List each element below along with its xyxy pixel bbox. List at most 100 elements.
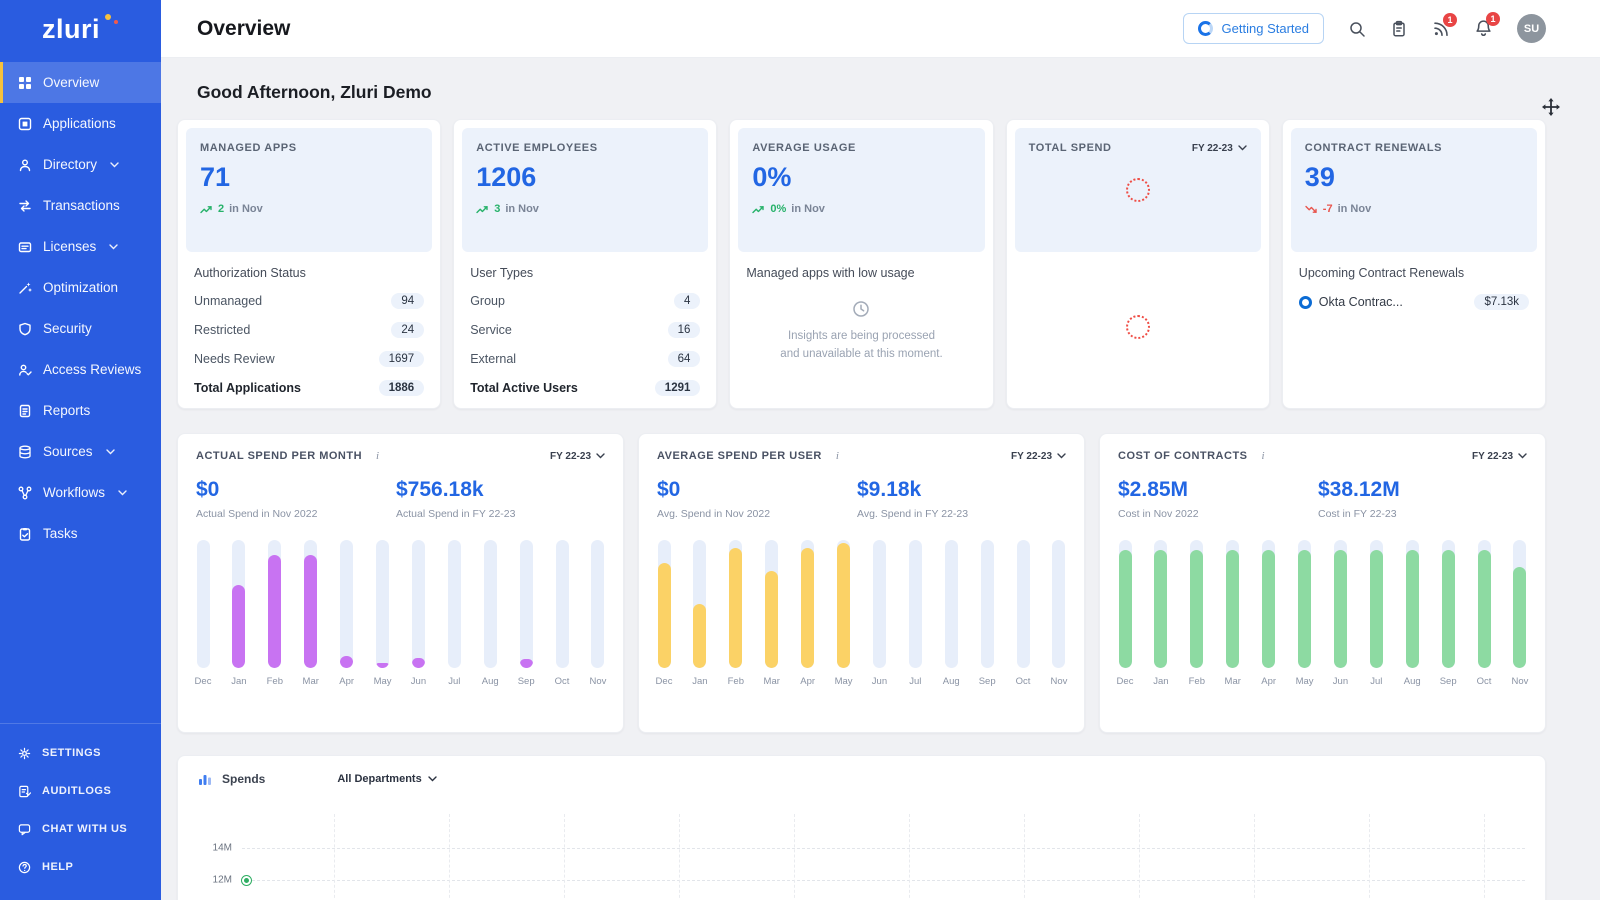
bar-track xyxy=(945,540,958,668)
info-icon[interactable]: i xyxy=(376,450,379,462)
bar-fill xyxy=(1406,550,1419,668)
sidebar-item-access-reviews[interactable]: Access Reviews xyxy=(0,349,161,390)
sidebar-item-optimization[interactable]: Optimization xyxy=(0,267,161,308)
sidebar-item-help[interactable]: HELP xyxy=(0,848,161,886)
managed-apps-hero: MANAGED APPS 71 2 in Nov xyxy=(186,128,432,252)
spends-chart: 14M 12M xyxy=(204,814,1525,900)
bar-column: Jul xyxy=(447,540,461,687)
gridline xyxy=(334,814,335,900)
bar-track xyxy=(1334,540,1347,668)
sidebar-item-auditlogs[interactable]: AUDITLOGS xyxy=(0,772,161,810)
fiscal-year-dropdown[interactable]: FY 22-23 xyxy=(1011,451,1066,462)
search-icon[interactable] xyxy=(1348,20,1366,38)
bar-fill xyxy=(1334,550,1347,668)
history-clock-icon xyxy=(851,299,871,319)
reports-icon xyxy=(17,403,32,418)
sidebar-item-label: Overview xyxy=(43,75,99,90)
delta-value: 2 xyxy=(218,203,224,215)
trend-up-icon xyxy=(476,205,489,214)
getting-started-button[interactable]: Getting Started xyxy=(1183,13,1324,44)
greeting-text: Good Afternoon, Zluri Demo xyxy=(177,58,1546,119)
fy-label: FY 22-23 xyxy=(1011,451,1052,462)
kpi-cards-row: MANAGED APPS 71 2 in Nov Authorization S… xyxy=(177,119,1546,409)
sidebar-item-transactions[interactable]: Transactions xyxy=(0,185,161,226)
sidebar-item-tasks[interactable]: Tasks xyxy=(0,513,161,554)
department-filter-dropdown[interactable]: All Departments xyxy=(337,773,436,785)
bar-fill xyxy=(729,548,742,668)
sidebar-item-licenses[interactable]: Licenses xyxy=(0,226,161,267)
bar-track xyxy=(729,540,742,668)
page-title: Overview xyxy=(197,17,290,41)
sidebar-item-applications[interactable]: Applications xyxy=(0,103,161,144)
sidebar-item-sources[interactable]: Sources xyxy=(0,431,161,472)
sidebar-footer-label: HELP xyxy=(42,861,73,873)
bar-fill xyxy=(1226,550,1239,668)
fiscal-year-dropdown[interactable]: FY 22-23 xyxy=(1472,451,1527,462)
sidebar-item-label: Security xyxy=(43,321,92,336)
bar-track xyxy=(1154,540,1167,668)
row-label: Restricted xyxy=(194,323,250,337)
month-label: Mar xyxy=(1225,676,1241,687)
topbar: Overview Getting Started 1 xyxy=(161,0,1600,58)
chat-icon xyxy=(17,822,32,837)
sidebar-item-directory[interactable]: Directory xyxy=(0,144,161,185)
month-label: Jan xyxy=(231,676,246,687)
sidebar-item-chat[interactable]: CHAT WITH US xyxy=(0,810,161,848)
clipboard-icon[interactable] xyxy=(1390,20,1408,38)
directory-icon xyxy=(17,157,32,172)
info-icon[interactable]: i xyxy=(836,450,839,462)
sidebar-item-overview[interactable]: Overview xyxy=(0,62,161,103)
month-label: Jun xyxy=(1333,676,1348,687)
processing-message: Insights are being processed and unavail… xyxy=(780,328,942,364)
bar-fill xyxy=(1478,550,1491,668)
list-item: Group 4 xyxy=(470,293,700,309)
transactions-icon xyxy=(17,198,32,213)
stat-caption: Actual Spend in Nov 2022 xyxy=(196,508,396,520)
bar-track xyxy=(1226,540,1239,668)
fiscal-year-dropdown[interactable]: FY 22-23 xyxy=(550,451,605,462)
month-label: Jun xyxy=(411,676,426,687)
card-title: CONTRACT RENEWALS xyxy=(1305,142,1523,154)
sidebar-item-security[interactable]: Security xyxy=(0,308,161,349)
bar-chart: DecJanFebMarAprMayJunJulAugSepOctNov xyxy=(657,540,1066,687)
delta-caption: in Nov xyxy=(1338,203,1372,215)
feed-icon[interactable]: 1 xyxy=(1432,20,1450,38)
renewal-list-item[interactable]: Okta Contrac... $7.13k xyxy=(1299,294,1529,310)
bar-fill xyxy=(1119,550,1132,668)
spends-header: Spends All Departments xyxy=(198,772,1525,786)
avatar[interactable]: SU xyxy=(1517,14,1546,43)
bar-column: Aug xyxy=(1405,540,1419,687)
bar-column: Oct xyxy=(555,540,569,687)
chevron-down-icon xyxy=(596,453,605,459)
bar-fill xyxy=(268,555,281,668)
sidebar-item-workflows[interactable]: Workflows xyxy=(0,472,161,513)
month-label: Sep xyxy=(518,676,535,687)
chevron-down-icon xyxy=(1238,145,1247,151)
trend-up-icon xyxy=(200,205,213,214)
content-area: Good Afternoon, Zluri Demo MANAGED APPS … xyxy=(161,58,1600,900)
logo-text: zluri xyxy=(42,14,100,45)
month-label: Jan xyxy=(692,676,707,687)
sidebar-item-label: Tasks xyxy=(43,526,78,541)
total-row: Total Applications 1886 xyxy=(194,380,424,396)
bar-track xyxy=(591,540,604,668)
bar-track xyxy=(693,540,706,668)
chart-title: COST OF CONTRACTS xyxy=(1118,450,1248,462)
gridline xyxy=(242,848,1525,849)
delta-caption: in Nov xyxy=(229,203,263,215)
bar-column: Nov xyxy=(591,540,605,687)
month-label: Apr xyxy=(1261,676,1276,687)
okta-logo xyxy=(1299,296,1312,309)
sidebar-item-reports[interactable]: Reports xyxy=(0,390,161,431)
bell-icon[interactable]: 1 xyxy=(1474,19,1493,38)
sidebar-footer-label: CHAT WITH US xyxy=(42,823,127,835)
sidebar-item-settings[interactable]: SETTINGS xyxy=(0,734,161,772)
bar-fill xyxy=(304,555,317,668)
stat-caption: Avg. Spend in Nov 2022 xyxy=(657,508,857,520)
info-icon[interactable]: i xyxy=(1262,450,1265,462)
fiscal-year-dropdown[interactable]: FY 22-23 xyxy=(1192,143,1247,154)
fy-label: FY 22-23 xyxy=(550,451,591,462)
bar-column: Dec xyxy=(196,540,210,687)
bar-track xyxy=(1017,540,1030,668)
sidebar-item-label: Licenses xyxy=(43,239,96,254)
